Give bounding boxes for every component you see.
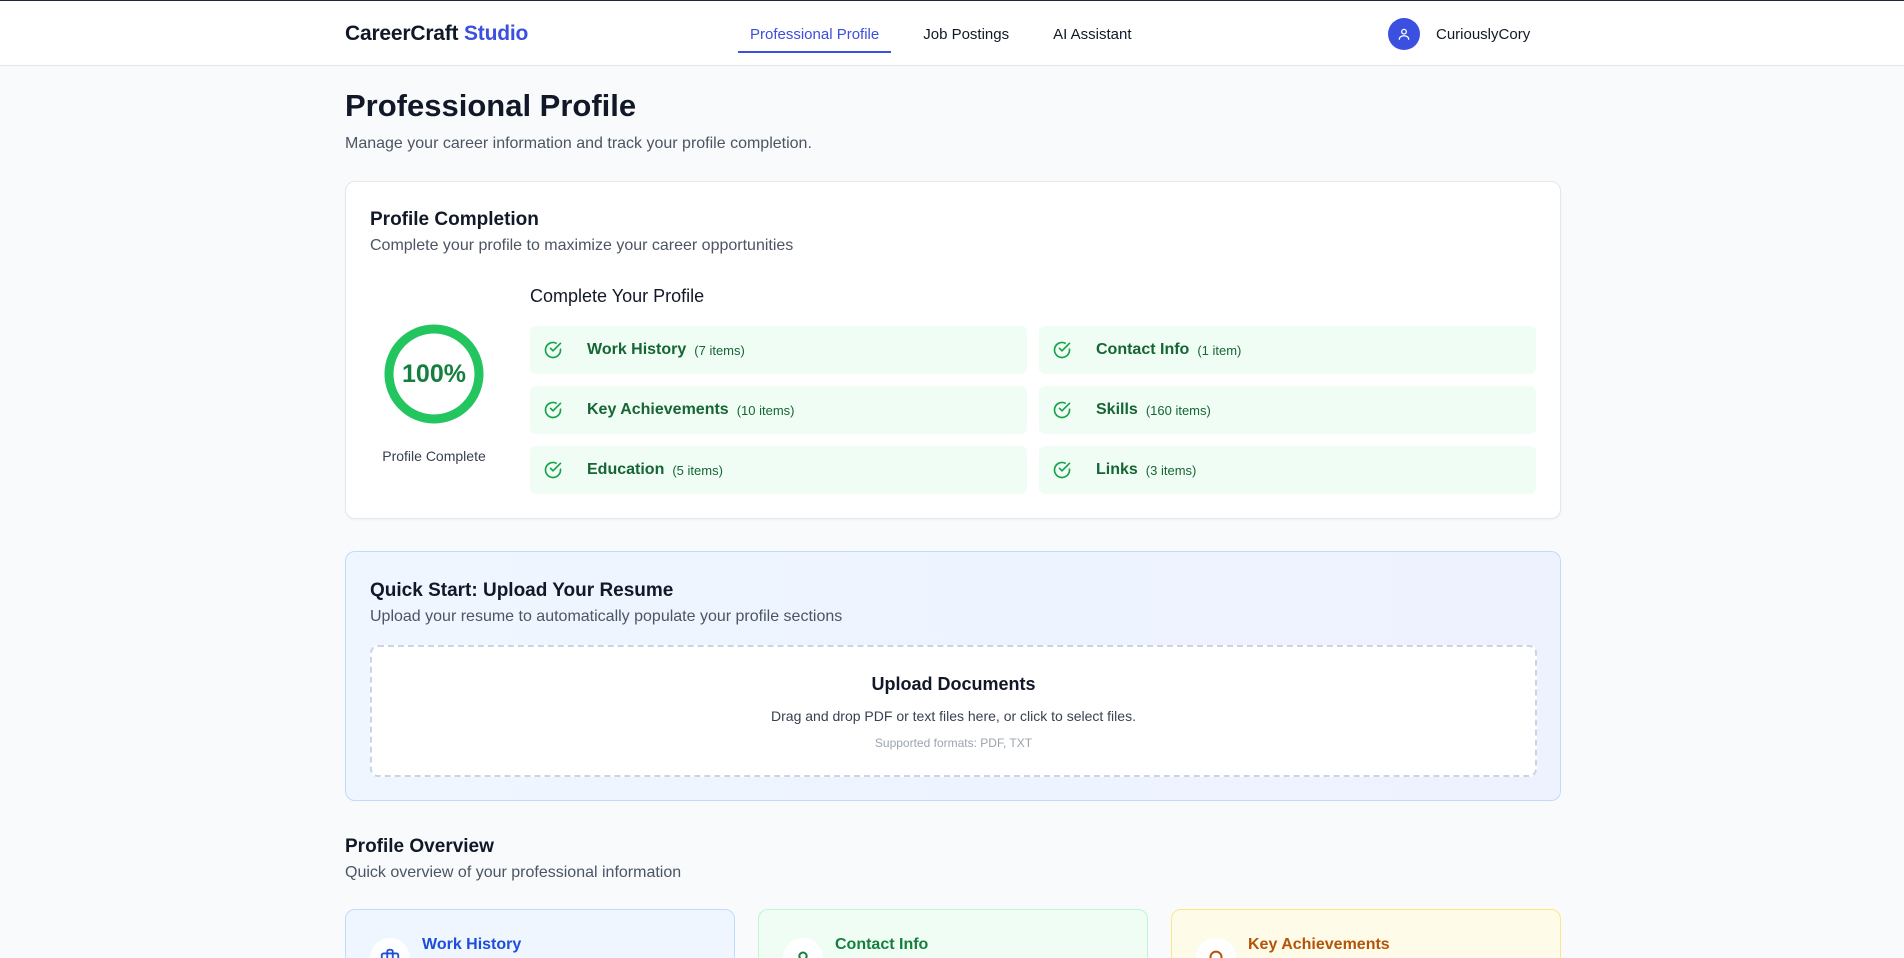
dropzone-title: Upload Documents [871,674,1036,694]
user-icon [1398,28,1410,40]
check-circle-icon [543,340,563,360]
checklist-item-count: (3 items) [1145,462,1197,478]
checklist-item-key-achievements[interactable]: Key Achievements (10 items) [530,386,1027,434]
overview-card-key-achievements[interactable]: Key Achievements [1171,909,1561,958]
nav-professional-profile[interactable]: Professional Profile [738,1,892,67]
overview-card-work-history[interactable]: Work History [345,909,735,958]
checklist-item-label: Contact Info [1096,341,1190,358]
main-nav: Professional Profile Job Postings AI Ass… [738,1,1164,67]
briefcase-icon [370,938,410,958]
dropzone-instructions: Drag and drop PDF or text files here, or… [771,708,1136,724]
checklist-item-work-history[interactable]: Work History (7 items) [530,326,1027,374]
overview-subtitle: Quick overview of your professional info… [345,864,682,881]
checklist-item-count: (1 item) [1197,342,1242,358]
check-circle-icon [1052,460,1072,480]
user-menu[interactable]: CuriouslyCory [1388,18,1530,50]
checklist-item-count: (10 items) [736,402,795,418]
nav-job-postings[interactable]: Job Postings [911,1,1021,67]
check-circle-icon [1052,400,1072,420]
checklist-item-count: (7 items) [694,342,745,358]
profile-completion-card: Profile Completion Complete your profile… [345,181,1561,519]
top-navigation-bar: CareerCraft Studio Professional Profile … [0,0,1904,66]
checklist-item-label: Key Achievements [587,401,729,418]
completion-subtitle: Complete your profile to maximize your c… [370,237,794,254]
checklist-item-label: Skills [1096,401,1138,418]
nav-ai-assistant[interactable]: AI Assistant [1041,1,1143,67]
checklist-item-contact-info[interactable]: Contact Info (1 item) [1039,326,1536,374]
checklist: Work History (7 items) Contact Info (1 i… [530,326,1538,494]
overview-card-label: Contact Info [835,936,929,953]
checklist-item-skills[interactable]: Skills (160 items) [1039,386,1536,434]
checklist-item-education[interactable]: Education (5 items) [530,446,1027,494]
upload-title: Quick Start: Upload Your Resume [370,580,674,601]
checklist-title: Complete Your Profile [530,286,705,306]
check-circle-icon [543,400,563,420]
checklist-item-count: (160 items) [1145,402,1211,418]
trophy-icon [1196,938,1236,958]
check-circle-icon [543,460,563,480]
user-name[interactable]: CuriouslyCory [1436,26,1530,43]
dropzone-formats: Supported formats: PDF, TXT [874,736,1033,750]
checklist-item-links[interactable]: Links (3 items) [1039,446,1536,494]
resume-upload-card: Quick Start: Upload Your Resume Upload y… [345,551,1561,801]
check-circle-icon [1052,340,1072,360]
overview-card-contact-info[interactable]: Contact Info [758,909,1148,958]
user-icon [783,938,823,958]
brand-accent: Studio [464,22,529,45]
checklist-item-label: Work History [587,341,687,358]
completion-percent: 100% [402,359,466,388]
overview-card-label: Work History [422,936,522,953]
checklist-item-count: (5 items) [672,462,723,478]
upload-subtitle: Upload your resume to automatically popu… [370,608,843,625]
avatar[interactable] [1388,18,1420,50]
page-subtitle: Manage your career information and track… [345,135,812,152]
overview-title: Profile Overview [345,836,494,857]
checklist-item-label: Links [1096,461,1138,478]
document-dropzone[interactable]: Upload Documents Drag and drop PDF or te… [370,645,1537,777]
brand-logo[interactable]: CareerCraft Studio [345,22,528,46]
brand-name: CareerCraft [345,22,459,45]
overview-card-label: Key Achievements [1248,936,1390,953]
completion-title: Profile Completion [370,209,539,230]
completion-percent-label: Profile Complete [382,448,486,464]
checklist-item-label: Education [587,461,665,478]
page-title: Professional Profile [345,88,637,123]
